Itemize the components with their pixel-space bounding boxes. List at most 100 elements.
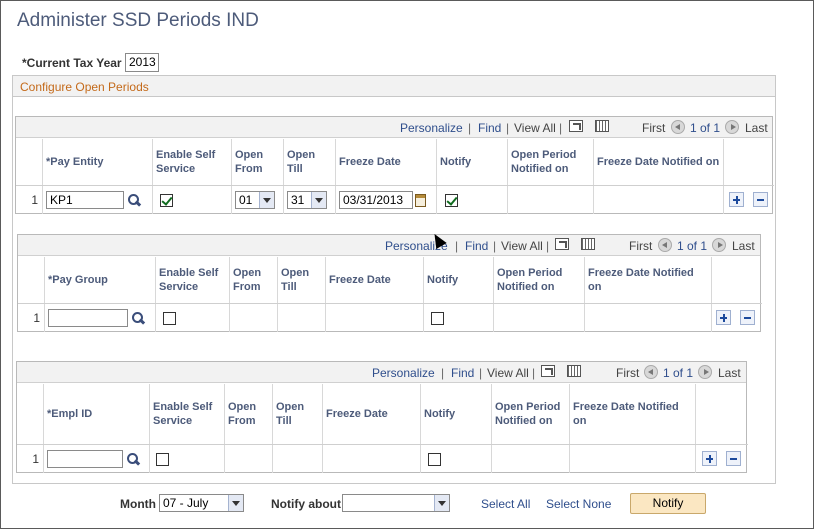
download-grid-icon[interactable] xyxy=(581,238,595,250)
view-all-link[interactable]: View All xyxy=(514,121,556,135)
col-header-enable-self-service: Enable Self Service xyxy=(155,257,229,303)
previous-row-icon[interactable] xyxy=(671,120,685,134)
empl-id-input[interactable] xyxy=(47,450,123,468)
notify-checkbox[interactable] xyxy=(431,311,444,325)
grid-header-row: *Empl ID Enable Self Service Open From O… xyxy=(17,384,748,444)
minus-icon[interactable] xyxy=(753,192,768,207)
notify-cell xyxy=(423,304,493,332)
col-header-open-till: Open Till xyxy=(277,257,325,303)
month-value: 07 - July xyxy=(163,496,209,510)
freeze-date-input[interactable]: 03/31/2013 xyxy=(339,191,413,209)
col-header-open-from: Open From xyxy=(229,257,277,303)
col-header-open-till: Open Till xyxy=(283,139,335,185)
magnifier-icon[interactable] xyxy=(126,452,140,466)
col-header-freeze-date: Freeze Date xyxy=(325,257,423,303)
previous-row-icon[interactable] xyxy=(658,238,672,252)
freeze-date-cell xyxy=(322,445,420,473)
col-header-notify: Notify xyxy=(423,257,493,303)
pay-entity-grid: Personalize | Find | View All | First 1 … xyxy=(15,116,774,214)
next-row-icon[interactable] xyxy=(725,120,739,134)
freeze-date-notified-cell xyxy=(569,445,695,473)
col-header-freeze-date-notified-on: Freeze Date Notified on xyxy=(569,384,695,444)
find-link[interactable]: Find xyxy=(465,239,488,253)
find-link[interactable]: Find xyxy=(478,121,501,135)
open-till-cell: 31 xyxy=(283,186,335,214)
table-row: 1 xyxy=(18,303,762,332)
previous-row-icon[interactable] xyxy=(644,365,658,379)
calendar-icon[interactable] xyxy=(415,193,426,207)
col-header-enable-self-service: Enable Self Service xyxy=(149,384,224,444)
open-from-select[interactable]: 01 xyxy=(235,191,275,209)
col-header-pay-group: *Pay Group xyxy=(44,257,155,303)
new-window-icon[interactable] xyxy=(569,120,583,132)
month-select[interactable]: 07 - July xyxy=(159,494,244,512)
view-all-link[interactable]: View All xyxy=(487,366,529,380)
plus-icon[interactable] xyxy=(702,451,717,466)
col-header-enable-self-service: Enable Self Service xyxy=(152,139,231,185)
separator: | xyxy=(559,121,563,135)
row-number: 1 xyxy=(32,452,39,466)
download-grid-icon[interactable] xyxy=(567,365,581,377)
separator: | xyxy=(532,366,536,380)
plus-icon[interactable] xyxy=(729,192,744,207)
chevron-down-icon xyxy=(228,495,243,511)
open-till-cell xyxy=(272,445,322,473)
select-all-link[interactable]: Select All xyxy=(481,497,530,511)
pay-group-cell xyxy=(44,304,155,332)
minus-icon[interactable] xyxy=(726,451,741,466)
first-label: First xyxy=(642,121,666,135)
chevron-down-icon xyxy=(259,192,274,208)
notify-about-select[interactable] xyxy=(342,494,450,512)
current-tax-year-field[interactable]: 2013 xyxy=(125,53,159,72)
col-header-notify: Notify xyxy=(420,384,491,444)
new-window-icon[interactable] xyxy=(541,365,555,377)
personalize-link[interactable]: Personalize xyxy=(372,366,435,380)
enable-self-service-checkbox[interactable] xyxy=(163,311,176,325)
minus-icon[interactable] xyxy=(740,310,755,325)
enable-self-service-cell xyxy=(152,186,231,214)
enable-self-service-checkbox[interactable] xyxy=(160,193,173,207)
enable-self-service-checkbox[interactable] xyxy=(156,452,169,466)
col-header-open-period-notified-on: Open Period Notified on xyxy=(507,139,593,185)
next-row-icon[interactable] xyxy=(698,365,712,379)
notify-checkbox[interactable] xyxy=(428,452,441,466)
col-header-open-till: Open Till xyxy=(272,384,322,444)
open-till-cell xyxy=(277,304,325,332)
empl-id-cell xyxy=(43,445,149,473)
actions-cell xyxy=(695,445,748,473)
pay-group-input[interactable] xyxy=(48,309,128,327)
magnifier-icon[interactable] xyxy=(131,311,145,325)
enable-self-service-cell xyxy=(149,445,224,473)
magnifier-icon[interactable] xyxy=(127,193,141,207)
select-none-link[interactable]: Select None xyxy=(546,497,611,511)
freeze-date-cell xyxy=(325,304,423,332)
chevron-down-icon xyxy=(434,495,449,511)
col-header-freeze-date: Freeze Date xyxy=(322,384,420,444)
view-all-link[interactable]: View All xyxy=(501,239,543,253)
next-row-icon[interactable] xyxy=(712,238,726,252)
pay-entity-input[interactable]: KP1 xyxy=(46,191,124,209)
separator: | xyxy=(546,239,550,253)
open-till-select[interactable]: 31 xyxy=(287,191,327,209)
open-from-cell xyxy=(229,304,277,332)
current-tax-year-label: *Current Tax Year xyxy=(22,56,122,70)
new-window-icon[interactable] xyxy=(555,238,569,250)
notify-checkbox[interactable] xyxy=(445,193,458,207)
last-label: Last xyxy=(732,239,755,253)
col-header-actions xyxy=(723,139,774,185)
pay-entity-cell: KP1 xyxy=(42,186,152,214)
find-link[interactable]: Find xyxy=(451,366,474,380)
separator: | xyxy=(468,121,472,135)
notify-button[interactable]: Notify xyxy=(630,493,706,514)
personalize-link[interactable]: Personalize xyxy=(400,121,463,135)
open-from-cell xyxy=(224,445,272,473)
col-header-freeze-date-notified-on: Freeze Date Notified on xyxy=(584,257,711,303)
grid-nav-bar: Personalize | Find | View All | First 1 … xyxy=(17,362,746,383)
col-header-freeze-date-notified-on: Freeze Date Notified on xyxy=(593,139,723,185)
open-period-notified-cell xyxy=(507,186,593,214)
col-header-open-period-notified-on: Open Period Notified on xyxy=(493,257,584,303)
freeze-date-notified-cell xyxy=(593,186,723,214)
grid-nav-bar: Personalize | Find | View All | First 1 … xyxy=(18,235,760,256)
download-grid-icon[interactable] xyxy=(595,120,609,132)
plus-icon[interactable] xyxy=(716,310,731,325)
